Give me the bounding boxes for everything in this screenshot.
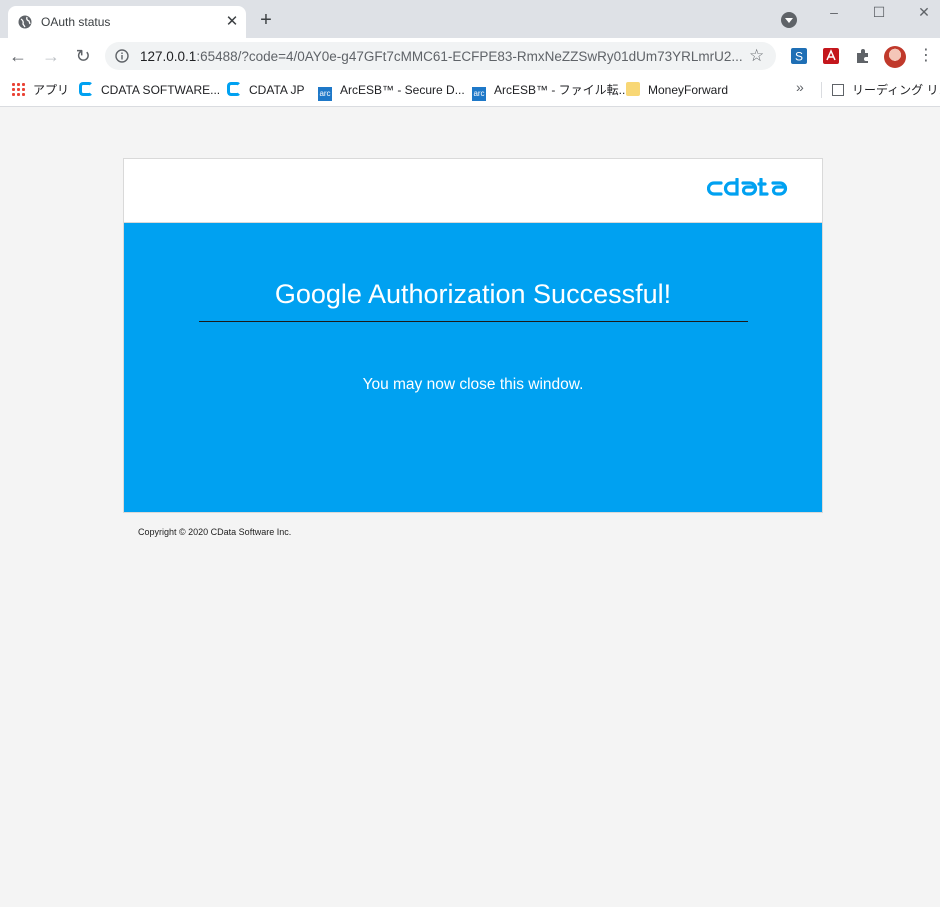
bookmark-moneyforward[interactable]: MoneyForward	[626, 81, 728, 99]
cdata-icon	[227, 82, 241, 96]
tab-oauth-status[interactable]: OAuth status ✕	[8, 6, 246, 38]
bookmarks-divider	[821, 82, 822, 98]
tab-title: OAuth status	[41, 15, 111, 29]
page-title: Google Authorization Successful!	[274, 279, 672, 309]
card-body: Google Authorization Successful! You may…	[124, 223, 822, 512]
bookmark-cdata-jp[interactable]: CDATA JP	[227, 81, 305, 99]
minimize-button[interactable]: –	[819, 2, 849, 22]
bookmark-arcesb-file[interactable]: arc ArcESB™ - ファイル転...	[472, 81, 629, 101]
page-content: Google Authorization Successful! You may…	[0, 107, 940, 907]
reload-icon[interactable]: ↻	[71, 44, 95, 68]
extensions-puzzle-icon[interactable]	[854, 47, 872, 65]
reading-list-button[interactable]: リーディング リスト	[832, 81, 940, 99]
bookmark-label: CDATA JP	[249, 83, 305, 97]
bookmark-cdata-software[interactable]: CDATA SOFTWARE...	[79, 81, 220, 99]
status-card: Google Authorization Successful! You may…	[123, 158, 823, 513]
globe-icon	[18, 15, 32, 29]
bookmark-label: MoneyForward	[648, 83, 729, 97]
tab-close-icon[interactable]: ✕	[222, 12, 242, 32]
arc-icon: arc	[318, 87, 332, 101]
bookmarks-overflow-icon[interactable]: »	[796, 79, 804, 95]
card-header	[124, 159, 822, 223]
acrobat-icon[interactable]	[822, 47, 840, 65]
cdata-icon	[79, 82, 93, 96]
bookmark-label: CDATA SOFTWARE...	[101, 83, 221, 97]
apps-grid-icon	[11, 82, 25, 96]
bookmark-label: ArcESB™ - ファイル転...	[494, 83, 629, 97]
url-host: 127.0.0.1	[140, 49, 197, 64]
cdata-logo	[707, 178, 788, 196]
arc-icon: arc	[472, 87, 486, 101]
svg-text:S: S	[795, 50, 803, 64]
bookmark-apps[interactable]: アプリ	[11, 81, 69, 99]
forward-arrow-icon[interactable]: →	[39, 44, 63, 68]
tab-strip: OAuth status ✕ + – ☐ ✕	[0, 0, 940, 38]
bookmark-star-icon[interactable]: ☆	[749, 46, 764, 66]
bookmarks-bar: アプリ CDATA SOFTWARE... CDATA JP arc ArcESB…	[0, 74, 940, 107]
bookmark-arcesb-secure[interactable]: arc ArcESB™ - Secure D...	[318, 81, 465, 101]
reading-list-label: リーディング リスト	[852, 83, 940, 97]
url-path: :65488/?code=4/0AY0e-g47GFt7cMMC61-ECFPE…	[196, 49, 743, 64]
profile-avatar[interactable]	[884, 46, 906, 68]
maximize-button[interactable]: ☐	[864, 2, 894, 22]
folder-icon	[626, 82, 640, 96]
extension-s-icon[interactable]: S	[790, 47, 808, 65]
reading-list-icon	[832, 84, 844, 96]
copyright-text: Copyright © 2020 CData Software Inc.	[138, 527, 292, 537]
status-message: You may now close this window.	[362, 376, 584, 393]
info-icon[interactable]	[115, 49, 129, 63]
back-arrow-icon[interactable]: ←	[6, 44, 30, 68]
address-bar[interactable]: 127.0.0.1:65488/?code=4/0AY0e-g47GFt7cMM…	[105, 42, 776, 70]
browser-toolbar: ← → ↻ 127.0.0.1:65488/?code=4/0AY0e-g47G…	[0, 38, 940, 74]
bookmark-label: アプリ	[33, 83, 70, 97]
url-text[interactable]: 127.0.0.1:65488/?code=4/0AY0e-g47GFt7cMM…	[140, 49, 743, 64]
window-close-button[interactable]: ✕	[909, 2, 939, 22]
title-divider	[199, 321, 748, 322]
new-tab-button[interactable]: +	[255, 9, 277, 31]
bookmark-label: ArcESB™ - Secure D...	[340, 83, 465, 97]
menu-dots-icon[interactable]: ⋮	[918, 46, 934, 66]
tab-search-icon[interactable]	[781, 12, 797, 28]
